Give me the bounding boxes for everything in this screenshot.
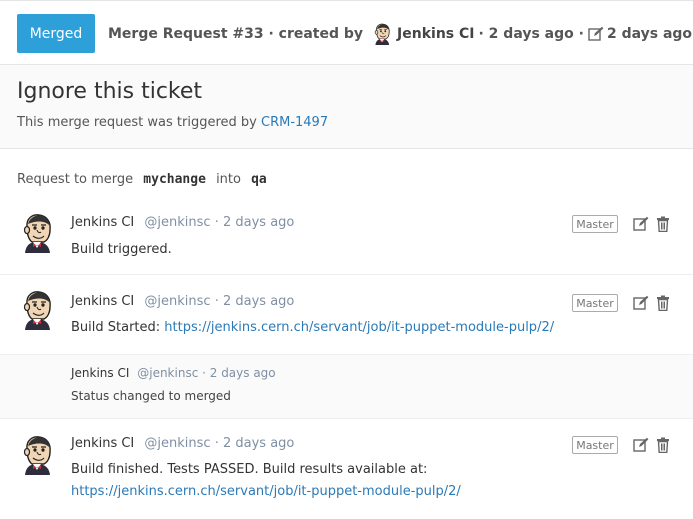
note-author[interactable]: Jenkins CI	[71, 215, 134, 230]
note-meta[interactable]: @jenkinsc · 2 days ago	[137, 366, 275, 380]
note-author[interactable]: Jenkins CI	[71, 436, 134, 451]
edit-icon	[588, 26, 604, 42]
target-branch[interactable]: qa	[251, 172, 267, 187]
note-body: Build Started: https://jenkins.cern.ch/s…	[71, 317, 671, 339]
role-badge: Master	[572, 215, 618, 233]
role-badge: Master	[572, 294, 618, 312]
role-badge: Master	[572, 436, 618, 454]
source-branch[interactable]: mychange	[143, 172, 206, 187]
edit-icon[interactable]	[633, 216, 649, 232]
note-header: Jenkins CI @jenkinsc · 2 days ago	[71, 436, 294, 451]
merge-into: into	[216, 172, 241, 187]
note-author[interactable]: Jenkins CI	[71, 366, 129, 380]
edit-icon[interactable]	[633, 437, 649, 453]
note-author[interactable]: Jenkins CI	[71, 294, 134, 309]
merge-prefix: Request to merge	[17, 172, 134, 187]
jenkins-avatar-icon[interactable]	[19, 435, 55, 475]
merge-request-id: Merge Request #33 · created by	[108, 26, 364, 42]
trash-icon[interactable]	[656, 216, 670, 232]
page-title: Ignore this ticket	[17, 79, 203, 104]
edit-icon[interactable]	[633, 295, 649, 311]
ticket-link[interactable]: CRM-1497	[261, 115, 328, 130]
merge-request-title-box: Ignore this ticket This merge request wa…	[0, 64, 693, 149]
note-text: Build finished. Tests PASSED. Build resu…	[71, 462, 428, 477]
note-header: Jenkins CI @jenkinsc · 2 days ago	[71, 215, 294, 230]
note-body: Build finished. Tests PASSED. Build resu…	[71, 459, 671, 503]
trash-icon[interactable]	[656, 295, 670, 311]
note-meta[interactable]: @jenkinsc · 2 days ago	[144, 436, 294, 451]
author-avatar-icon[interactable]	[371, 23, 393, 45]
note-meta[interactable]: @jenkinsc · 2 days ago	[144, 215, 294, 230]
note-meta[interactable]: @jenkinsc · 2 days ago	[144, 294, 294, 309]
build-link[interactable]: https://jenkins.cern.ch/servant/job/it-p…	[164, 320, 554, 335]
jenkins-avatar-icon[interactable]	[19, 213, 55, 253]
note-text: Build Started:	[71, 320, 161, 335]
note-header: Jenkins CI @jenkinsc · 2 days ago	[71, 294, 294, 309]
merged-status-button[interactable]: Merged	[17, 14, 95, 53]
system-note-item: Jenkins CI @jenkinsc · 2 days ago Status…	[0, 355, 693, 419]
trash-icon[interactable]	[656, 437, 670, 453]
description-text: This merge request was triggered by	[17, 115, 257, 130]
merge-request-meta: Merge Request #33 · created by Jenkins C…	[108, 23, 692, 45]
author-name[interactable]: Jenkins CI	[397, 26, 474, 42]
note-body: Status changed to merged	[71, 389, 231, 403]
merge-request-description: This merge request was triggered by CRM-…	[17, 115, 328, 130]
note-body: Build triggered.	[71, 242, 172, 257]
build-link[interactable]: https://jenkins.cern.ch/servant/job/it-p…	[71, 484, 461, 499]
note-item: Jenkins CI @jenkinsc · 2 days ago Master…	[0, 205, 693, 275]
merge-branches-info: Request to merge mychange into qa	[17, 172, 273, 187]
updated-time: 2 days ago	[606, 26, 693, 42]
note-item: Jenkins CI @jenkinsc · 2 days ago Master…	[0, 276, 693, 355]
note-header: Jenkins CI @jenkinsc · 2 days ago	[71, 366, 276, 380]
created-time: · 2 days ago ·	[478, 26, 584, 42]
jenkins-avatar-icon[interactable]	[19, 290, 55, 330]
note-item: Jenkins CI @jenkinsc · 2 days ago Master…	[0, 419, 693, 519]
merge-request-header: Merged Merge Request #33 · created by Je…	[0, 0, 693, 64]
